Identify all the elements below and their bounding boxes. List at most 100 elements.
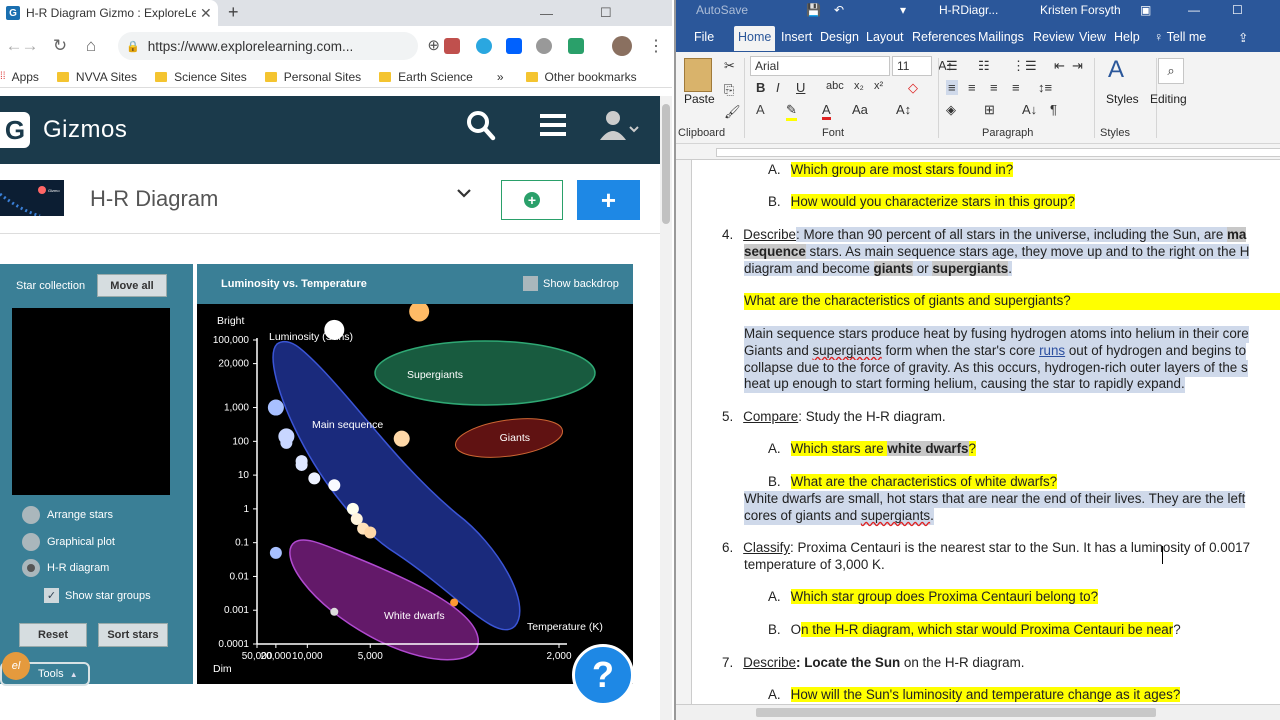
align-right-icon[interactable]: ≡: [990, 80, 998, 95]
line-spacing-icon[interactable]: ↕≡: [1038, 80, 1052, 95]
maximize-icon[interactable]: ☐: [600, 0, 612, 26]
italic-icon[interactable]: I: [776, 80, 780, 95]
bookmark-nvva[interactable]: NVVA Sites: [56, 70, 137, 84]
underline-icon[interactable]: U: [796, 80, 805, 95]
editing-button[interactable]: Editing: [1150, 92, 1187, 106]
bookmark-science[interactable]: Science Sites: [155, 70, 247, 84]
green-extension-icon[interactable]: [568, 38, 584, 54]
text-effects-icon[interactable]: A: [756, 102, 765, 117]
bookmark-apps[interactable]: ⁞⁞ Apps: [0, 70, 39, 84]
browser-menu-icon[interactable]: ⋮: [648, 36, 664, 56]
url-field[interactable]: 🔒 https://www.explorelearning.com... ⊕ ☆: [118, 32, 460, 60]
tab-layout[interactable]: Layout: [866, 30, 904, 44]
document-page[interactable]: A. Which group are most stars found in? B…: [692, 160, 1280, 704]
minimize-icon[interactable]: —: [1188, 3, 1200, 17]
numbering-icon[interactable]: ☷: [978, 58, 990, 74]
share-icon[interactable]: ⇪: [1238, 30, 1248, 45]
move-all-button[interactable]: Move all: [97, 274, 167, 297]
browser-scrollbar[interactable]: [660, 96, 672, 720]
reload-icon[interactable]: ↻: [46, 36, 74, 56]
scrollbar-thumb[interactable]: [662, 104, 670, 224]
font-name-field[interactable]: Arial: [750, 56, 890, 76]
bookmark-earth[interactable]: Earth Science: [379, 70, 473, 84]
tab-insert[interactable]: Insert: [781, 30, 812, 44]
drive-extension-icon[interactable]: [536, 38, 552, 54]
show-formatting-icon[interactable]: ¶: [1050, 102, 1057, 117]
shading-icon[interactable]: ◈: [946, 102, 956, 118]
change-case-icon[interactable]: Aa: [852, 102, 868, 117]
more-bookmarks-icon[interactable]: »: [497, 70, 504, 84]
multilevel-list-icon[interactable]: ⋮☰: [1012, 58, 1037, 74]
justify-icon[interactable]: ≡: [1012, 80, 1020, 95]
forward-icon[interactable]: →: [16, 36, 44, 56]
styles-button[interactable]: Styles: [1106, 92, 1139, 106]
borders-icon[interactable]: ⊞: [984, 102, 995, 118]
zoom-icon[interactable]: ⊕: [427, 36, 440, 54]
bullets-icon[interactable]: ☰: [946, 58, 958, 74]
reset-button[interactable]: Reset: [19, 623, 87, 647]
undo-icon[interactable]: ↶: [834, 3, 844, 17]
radio-hr-diagram[interactable]: H-R diagram: [22, 559, 109, 577]
tab-design[interactable]: Design: [820, 30, 859, 44]
tab-view[interactable]: View: [1079, 30, 1106, 44]
clear-formatting-icon[interactable]: ◇: [908, 80, 918, 96]
browser-tab[interactable]: G H-R Diagram Gizmo : ExploreLea ✕: [0, 0, 218, 26]
word-horizontal-scrollbar[interactable]: [676, 704, 1280, 720]
autosave-toggle[interactable]: AutoSave: [696, 3, 748, 17]
help-button[interactable]: ?: [572, 644, 634, 706]
horizontal-ruler[interactable]: [676, 144, 1280, 160]
chevron-down-icon[interactable]: [456, 186, 472, 204]
styles-icon[interactable]: A: [1108, 56, 1124, 84]
font-size-field[interactable]: 11: [892, 56, 932, 76]
gizmos-logo[interactable]: G: [0, 112, 30, 148]
star-collection-box[interactable]: [12, 308, 170, 495]
search-icon[interactable]: [466, 110, 496, 149]
bookmark-personal[interactable]: Personal Sites: [264, 70, 361, 84]
find-search-icon[interactable]: ⌕: [1158, 58, 1184, 84]
tell-me-search[interactable]: ♀ Tell me: [1154, 30, 1206, 44]
tab-review[interactable]: Review: [1033, 30, 1074, 44]
align-center-icon[interactable]: ≡: [968, 80, 976, 95]
hr-diagram-chart[interactable]: 0.0001 0.001 0.01 0.1 1 10 100 1,000 20,000 100,0…: [197, 304, 633, 684]
add-to-folder-button[interactable]: +: [501, 180, 563, 220]
tab-help[interactable]: Help: [1114, 30, 1140, 44]
scrollbar-thumb[interactable]: [756, 708, 1156, 717]
radio-arrange-stars[interactable]: Arrange stars: [22, 506, 113, 524]
paste-button[interactable]: Paste: [684, 92, 715, 106]
tab-references[interactable]: References: [912, 30, 976, 44]
user-account-icon[interactable]: [600, 110, 640, 147]
add-button[interactable]: +: [577, 180, 640, 220]
sort-icon[interactable]: A↓: [1022, 102, 1037, 117]
hamburger-menu-icon[interactable]: [540, 112, 566, 145]
ribbon-display-icon[interactable]: ▣: [1140, 3, 1151, 17]
restore-icon[interactable]: ☐: [1232, 3, 1243, 17]
paste-clipboard-icon[interactable]: [684, 58, 712, 92]
tab-file[interactable]: File: [694, 30, 714, 44]
cut-icon[interactable]: ✂: [724, 58, 735, 74]
radio-graphical-plot[interactable]: Graphical plot: [22, 533, 115, 551]
home-icon[interactable]: ⌂: [77, 36, 105, 56]
adobe-extension-icon[interactable]: [444, 38, 460, 54]
show-backdrop-checkbox[interactable]: Show backdrop: [523, 276, 619, 291]
gizmo-thumbnail[interactable]: Gizmo: [0, 180, 64, 216]
cloud-extension-icon[interactable]: [476, 38, 492, 54]
qat-more-icon[interactable]: ▾: [900, 3, 906, 17]
bold-icon[interactable]: B: [756, 80, 765, 95]
tab-mailings[interactable]: Mailings: [978, 30, 1024, 44]
align-left-icon[interactable]: ≡: [946, 80, 958, 95]
profile-avatar[interactable]: [612, 36, 632, 56]
sort-stars-button[interactable]: Sort stars: [98, 623, 168, 647]
tab-home[interactable]: Home: [734, 26, 776, 51]
close-tab-icon[interactable]: ✕: [200, 5, 212, 22]
show-star-groups-checkbox[interactable]: ✓ Show star groups: [44, 588, 151, 603]
subscript-icon[interactable]: x₂: [854, 80, 864, 92]
font-color-icon[interactable]: A: [822, 102, 831, 120]
highlight-color-icon[interactable]: ✎: [786, 102, 797, 121]
save-icon[interactable]: 💾: [806, 3, 821, 17]
copy-icon[interactable]: ⎘: [724, 82, 734, 98]
grow-shrink-icon[interactable]: A↕: [896, 102, 911, 117]
format-painter-icon[interactable]: 🖌: [724, 104, 741, 120]
superscript-icon[interactable]: x²: [874, 80, 883, 92]
strikethrough-icon[interactable]: abc: [826, 80, 844, 92]
dropbox-extension-icon[interactable]: [506, 38, 522, 54]
